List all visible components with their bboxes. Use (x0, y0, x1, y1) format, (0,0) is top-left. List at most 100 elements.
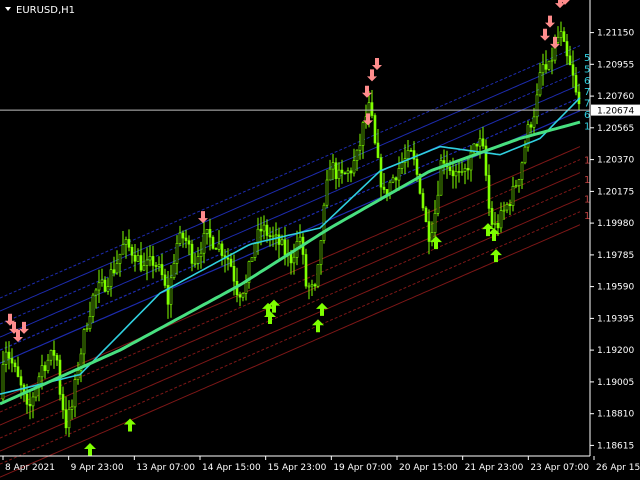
candle-body (130, 247, 134, 256)
chart-title-group[interactable]: EURUSD,H1 (5, 5, 75, 16)
candle-body (277, 234, 281, 245)
candle-body (487, 175, 491, 209)
candle-body (409, 150, 413, 152)
candle-body (337, 169, 341, 180)
candle-body (313, 284, 317, 287)
band-level-label: 1 (584, 121, 590, 132)
candle-body (85, 328, 89, 331)
candle-body (565, 41, 569, 57)
price-tick-label: 1.19980 (597, 219, 634, 229)
price-tick-label: 1.20760 (597, 92, 634, 102)
candle-body (178, 232, 182, 244)
candle-body (154, 265, 158, 267)
candle-body (454, 171, 458, 177)
candle-body (220, 243, 224, 256)
band-level-label: 1 (584, 211, 590, 222)
candle-body (31, 396, 35, 407)
candle-body (94, 289, 98, 296)
band-level-label: 1 (584, 156, 590, 167)
candle-body (352, 160, 356, 174)
candle-body (82, 329, 86, 355)
candle-body (208, 229, 212, 238)
candle-body (142, 265, 146, 271)
candle-body (466, 168, 470, 171)
time-tick-label: 21 Apr 23:00 (465, 463, 524, 473)
time-tick-label: 13 Apr 07:00 (136, 463, 195, 473)
band-level-label: 6 (584, 76, 590, 87)
candle-body (493, 223, 497, 225)
candle-body (181, 232, 185, 239)
candle-body (40, 365, 44, 378)
candle-body (427, 221, 431, 242)
candle-body (415, 158, 419, 175)
band-level-label: 1 (584, 195, 590, 206)
candle-body (496, 223, 500, 229)
candle-body (568, 55, 572, 66)
candle-body (136, 255, 140, 262)
candle-body (271, 235, 275, 238)
candle-body (64, 409, 68, 429)
candle-body (262, 224, 266, 232)
price-tick-label: 1.19590 (597, 283, 634, 293)
current-price-box: 1.20674 (591, 104, 640, 117)
candle-body (361, 122, 365, 146)
candle-body (175, 243, 179, 264)
candle-body (61, 394, 65, 411)
candle-body (169, 277, 173, 305)
price-tick-label: 1.20175 (597, 187, 634, 197)
price-tick-label: 1.20955 (597, 60, 634, 70)
candle-body (19, 376, 23, 386)
candle-body (550, 59, 554, 62)
price-tick-label: 1.21150 (597, 29, 634, 39)
candle-body (217, 243, 221, 250)
candle-body (124, 239, 128, 245)
time-tick-label: 23 Apr 07:00 (530, 463, 589, 473)
time-tick-label: 20 Apr 15:00 (399, 463, 458, 473)
candle-body (499, 210, 503, 229)
candle-body (346, 170, 350, 174)
price-chart[interactable]: 55677611111 1.211501.209551.207601.20565… (0, 0, 640, 480)
candle-body (25, 393, 29, 405)
candle-body (397, 168, 401, 181)
candle-body (46, 359, 50, 371)
candle-body (160, 264, 164, 276)
candle-body (538, 72, 542, 96)
price-tick-label: 1.19395 (597, 314, 634, 324)
candle-body (559, 31, 563, 38)
candle-body (205, 229, 209, 234)
candle-body (13, 362, 17, 368)
candle-body (115, 263, 119, 274)
candle-body (70, 406, 74, 410)
candle-body (241, 293, 245, 298)
candle-body (349, 170, 353, 174)
candle-body (490, 208, 494, 225)
candle-body (457, 171, 461, 173)
candle-body (502, 209, 506, 212)
candle-body (10, 358, 14, 364)
band-level-label: 5 (584, 53, 590, 64)
candle-body (340, 169, 344, 174)
candle-body (67, 409, 71, 429)
time-tick-label: 26 Apr 15:00 (596, 463, 640, 473)
candle-body (244, 282, 248, 294)
candle-body (172, 263, 176, 278)
candle-body (259, 228, 263, 232)
candle-body (55, 355, 59, 361)
candle-body (376, 142, 380, 158)
candle-body (319, 240, 323, 265)
candle-body (379, 157, 383, 188)
candle-body (532, 116, 536, 128)
time-tick-label: 15 Apr 23:00 (268, 463, 327, 473)
candle-body (505, 204, 509, 211)
candle-body (448, 166, 452, 171)
candle-body (451, 170, 455, 177)
candle-body (106, 286, 110, 292)
price-tick-label: 1.18810 (597, 410, 634, 420)
candle-body (517, 179, 521, 186)
candle-body (298, 236, 302, 242)
candle-body (478, 138, 482, 147)
candle-body (436, 194, 440, 214)
candle-body (190, 243, 194, 264)
candle-body (355, 149, 359, 162)
candle-body (463, 168, 467, 172)
